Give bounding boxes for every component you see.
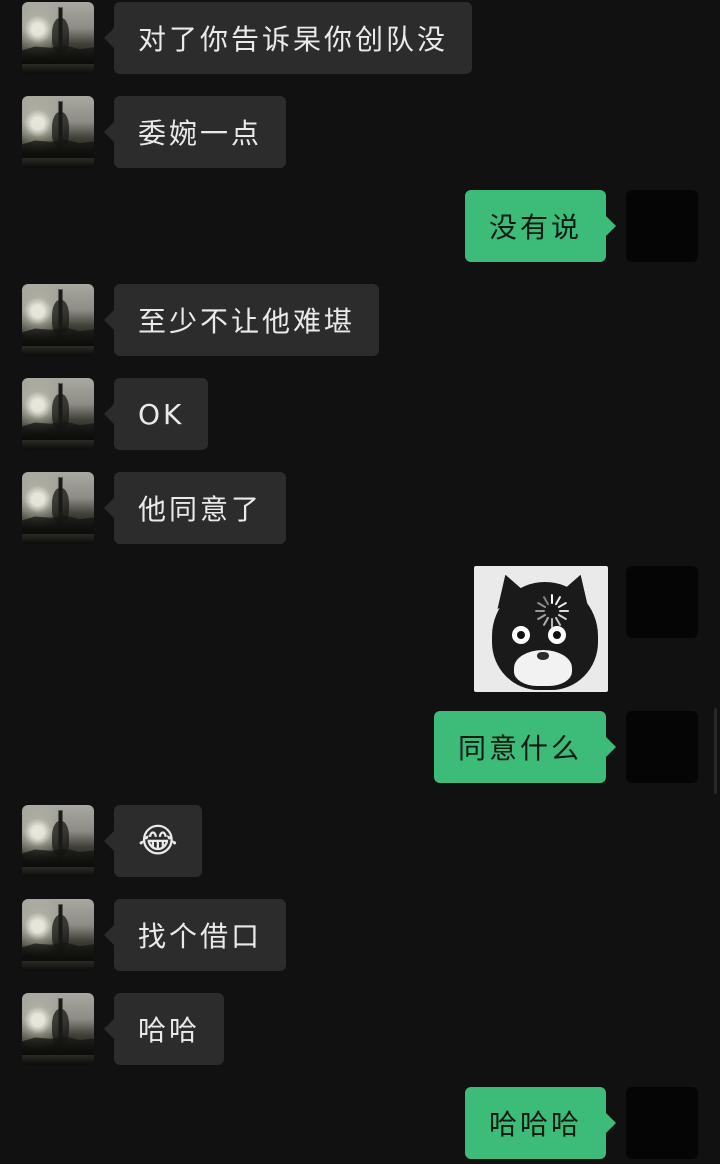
message-text: 找个借口 <box>138 920 263 953</box>
contact-avatar[interactable] <box>22 378 94 450</box>
cat-pupil <box>553 631 561 639</box>
message-row: 没有说 <box>0 190 720 262</box>
message-text: 哈哈哈 <box>488 1108 582 1141</box>
avatar-road <box>22 64 94 74</box>
chat-thread: 对了你告诉杲你创队没 委婉一点 没有说 至少不让他难堪 OK 他同意了 同意什么… <box>0 0 720 1164</box>
contact-avatar[interactable] <box>22 899 94 971</box>
loading-spinner-icon <box>535 594 569 628</box>
cat-nose <box>537 652 549 660</box>
message-text: OK <box>138 397 185 431</box>
message-row: OK <box>0 378 720 450</box>
message-text: 没有说 <box>488 211 582 244</box>
avatar-road <box>22 158 94 168</box>
message-bubble[interactable]: 哈哈哈 <box>464 1087 617 1159</box>
message-bubble[interactable]: 同意什么 <box>433 711 617 783</box>
message-bubble[interactable]: 至少不让他难堪 <box>103 284 380 356</box>
avatar-road <box>22 346 94 356</box>
my-avatar[interactable] <box>626 566 698 638</box>
message-bubble[interactable]: 找个借口 <box>103 899 287 971</box>
message-bubble[interactable]: OK <box>103 378 209 450</box>
contact-avatar[interactable] <box>22 96 94 168</box>
message-bubble[interactable]: 没有说 <box>464 190 617 262</box>
message-text: 委婉一点 <box>138 117 263 150</box>
avatar-road <box>22 961 94 971</box>
my-avatar[interactable] <box>626 711 698 783</box>
message-bubble[interactable]: 😂 <box>104 805 202 877</box>
message-bubble[interactable]: 他同意了 <box>103 472 287 544</box>
message-row <box>0 566 720 692</box>
message-row: 哈哈哈 <box>0 1087 720 1159</box>
contact-avatar[interactable] <box>22 472 94 544</box>
message-row: 他同意了 <box>0 472 720 544</box>
message-bubble[interactable]: 对了你告诉杲你创队没 <box>103 2 473 74</box>
message-row: 哈哈 <box>0 993 720 1065</box>
message-text: 哈哈 <box>138 1014 201 1047</box>
contact-avatar[interactable] <box>22 993 94 1065</box>
avatar-road <box>22 440 94 450</box>
message-bubble[interactable]: 哈哈 <box>103 993 225 1065</box>
cat-eye-left <box>512 626 530 644</box>
avatar-road <box>22 534 94 544</box>
cat-pupil <box>517 631 525 639</box>
my-avatar[interactable] <box>626 190 698 262</box>
contact-avatar[interactable] <box>22 2 94 74</box>
message-text: 同意什么 <box>457 732 582 765</box>
contact-avatar[interactable] <box>22 805 94 877</box>
message-bubble[interactable]: 委婉一点 <box>103 96 287 168</box>
cat-eye-right <box>548 626 566 644</box>
contact-avatar[interactable] <box>22 284 94 356</box>
message-row: 😂 <box>0 805 720 877</box>
message-row: 同意什么 <box>0 711 720 783</box>
scrollbar[interactable] <box>714 708 717 794</box>
avatar-road <box>22 1055 94 1065</box>
tears-of-joy-emoji: 😂 <box>138 821 178 861</box>
message-row: 对了你告诉杲你创队没 <box>0 2 720 74</box>
message-row: 找个借口 <box>0 899 720 971</box>
message-text: 对了你告诉杲你创队没 <box>138 23 449 56</box>
message-text: 他同意了 <box>138 493 263 526</box>
message-text: 至少不让他难堪 <box>138 305 356 338</box>
message-row: 至少不让他难堪 <box>0 284 720 356</box>
message-row: 委婉一点 <box>0 96 720 168</box>
cat-loading-sticker[interactable] <box>474 566 608 692</box>
my-avatar[interactable] <box>626 1087 698 1159</box>
avatar-road <box>22 867 94 877</box>
